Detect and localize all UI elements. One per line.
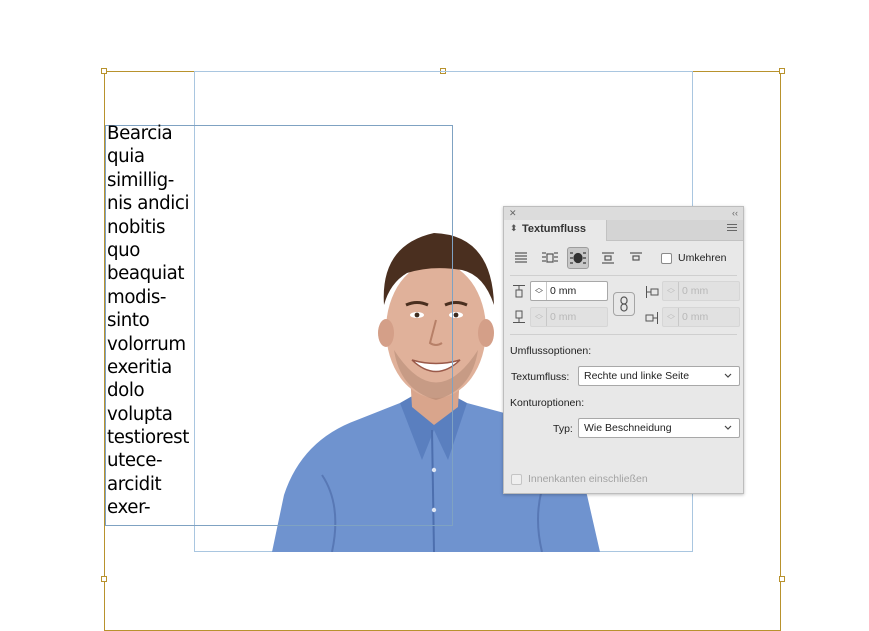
panel-menu-icon[interactable]	[727, 224, 737, 233]
link-offsets-button[interactable]	[613, 292, 635, 316]
wrap-object-shape-button[interactable]	[567, 247, 589, 269]
field-divider	[546, 282, 547, 300]
body-text-line: dolo	[107, 380, 145, 402]
chain-link-icon	[620, 296, 628, 312]
right-offset-value[interactable]: 0 mm	[682, 311, 708, 323]
body-text-line: quo	[107, 239, 140, 261]
include-inside-edges-label: Innenkanten einschließen	[528, 473, 648, 485]
next-column-icon	[630, 252, 642, 261]
body-text-column[interactable]: Bearcia quia simillig-nis andici nobitis quo…	[107, 122, 197, 520]
collapse-icon[interactable]: ‹‹	[732, 207, 738, 220]
left-offset-value[interactable]: 0 mm	[682, 285, 708, 297]
top-offset-field[interactable]: ︿ ﹀ 0 mm	[530, 281, 608, 301]
chevron-down-icon	[724, 425, 732, 430]
no-wrap-button[interactable]	[510, 247, 532, 269]
invert-label: Umkehren	[678, 252, 727, 264]
chevron-down-icon	[724, 373, 732, 378]
wrap-options-label: Umflussoptionen:	[510, 345, 592, 357]
jump-to-next-column-button[interactable]	[625, 247, 647, 269]
field-divider	[678, 282, 679, 300]
left-offset-icon	[646, 286, 659, 298]
frame-handle-top-right[interactable]	[779, 68, 785, 74]
body-text-line: nis andici	[107, 193, 190, 215]
updown-chevron-icon: ⬍	[510, 223, 518, 233]
top-offset-icon	[513, 285, 525, 298]
body-text-line: exer-	[107, 497, 151, 519]
right-offset-icon	[645, 312, 658, 324]
separator	[510, 275, 737, 276]
bottom-offset-field[interactable]: ︿ ﹀ 0 mm	[530, 307, 608, 327]
contour-options-label: Konturoptionen:	[510, 397, 585, 409]
body-text-line: volorrum	[107, 333, 186, 355]
body-text-line: nobitis	[107, 216, 166, 238]
wrap-to-label: Textumfluss:	[511, 371, 570, 383]
object-shape-wrap-icon	[570, 252, 586, 264]
field-divider	[546, 308, 547, 326]
type-label: Typ:	[553, 423, 573, 435]
body-text-line: simillig-	[107, 169, 174, 191]
body-text-line: sinto	[107, 310, 150, 332]
top-offset-value[interactable]: 0 mm	[550, 285, 576, 297]
body-text-line: arcidit	[107, 473, 162, 495]
jump-object-button[interactable]	[597, 247, 619, 269]
left-offset-stepper[interactable]: ︿ ﹀	[665, 284, 677, 299]
body-text-line: beaquiat	[107, 263, 185, 285]
bottom-offset-stepper[interactable]: ︿ ﹀	[533, 310, 545, 325]
wrap-to-value: Rechte und linke Seite	[584, 370, 690, 382]
body-text-line: modis-	[107, 286, 167, 308]
right-offset-stepper[interactable]: ︿ ﹀	[665, 310, 677, 325]
tab-text-wrap[interactable]: ⬍ Textumfluss	[504, 220, 607, 241]
bottom-offset-value[interactable]: 0 mm	[550, 311, 576, 323]
body-text-line: Bearcia	[107, 123, 173, 144]
body-text-line: exeritia	[107, 356, 172, 378]
bottom-offset-icon	[513, 310, 525, 323]
top-offset-stepper[interactable]: ︿ ﹀	[533, 284, 545, 299]
separator	[510, 334, 737, 335]
right-offset-field[interactable]: ︿ ﹀ 0 mm	[662, 307, 740, 327]
panel-title: Textumfluss	[522, 223, 586, 235]
wrap-bounding-box-button[interactable]	[539, 247, 561, 269]
body-text-line: testiorest	[107, 427, 189, 449]
body-text-line: volupta	[107, 403, 173, 425]
bounding-box-wrap-icon	[542, 252, 558, 263]
text-wrap-panel: ✕ ‹‹ ⬍ Textumfluss Umkehren ︿ ﹀ 0 mm ︿ ﹀ 0…	[503, 206, 744, 494]
invert-checkbox[interactable]	[661, 253, 672, 264]
panel-titlebar[interactable]: ✕ ‹‹	[504, 207, 743, 220]
panel-tab-row: ⬍ Textumfluss	[504, 220, 743, 241]
frame-handle-left-middle[interactable]	[101, 576, 107, 582]
contour-type-value: Wie Beschneidung	[584, 422, 672, 434]
frame-handle-right-middle[interactable]	[779, 576, 785, 582]
jump-object-icon	[602, 252, 614, 264]
body-text-line: quia	[107, 146, 145, 168]
left-offset-field[interactable]: ︿ ﹀ 0 mm	[662, 281, 740, 301]
close-icon[interactable]: ✕	[509, 207, 517, 220]
contour-type-select[interactable]: Wie Beschneidung	[578, 418, 740, 438]
no-wrap-icon	[515, 252, 527, 263]
field-divider	[678, 308, 679, 326]
body-text-line: utece-	[107, 450, 163, 472]
include-inside-edges-checkbox[interactable]	[511, 474, 522, 485]
frame-handle-top-left[interactable]	[101, 68, 107, 74]
wrap-to-select[interactable]: Rechte und linke Seite	[578, 366, 740, 386]
